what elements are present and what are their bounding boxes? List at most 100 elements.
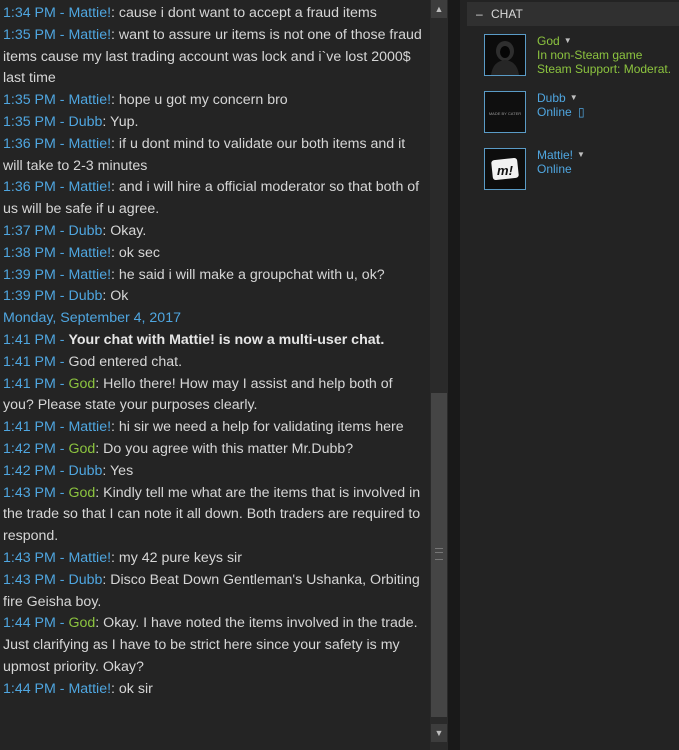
message-text: ok sec <box>118 244 160 261</box>
dropdown-arrow-icon[interactable]: ▼ <box>577 150 585 159</box>
system-message-text: Your chat with Mattie! is now a multi-us… <box>68 331 385 348</box>
chat-message: 1:36 PM - Mattie!: and i will hire a off… <box>3 177 427 221</box>
timestamp: 1:42 PM <box>3 462 56 479</box>
sender-name[interactable]: Mattie! <box>68 550 111 566</box>
sender-name[interactable]: Mattie! <box>68 136 111 152</box>
separator: - <box>55 615 69 632</box>
separator: - <box>55 288 69 305</box>
sender-name[interactable]: God <box>68 615 95 631</box>
colon: : <box>111 549 119 566</box>
timestamp: 1:44 PM <box>3 615 56 632</box>
sender-name[interactable]: God <box>68 441 95 457</box>
message-text: hope u got my concern bro <box>118 92 288 109</box>
timestamp: 1:41 PM <box>3 353 56 370</box>
hooded-figure-icon <box>485 35 525 75</box>
chat-section-header[interactable]: – CHAT <box>467 2 679 26</box>
sender-name[interactable]: God <box>68 485 95 501</box>
chat-section-title: CHAT <box>491 7 523 21</box>
sender-name[interactable]: Mattie! <box>68 267 111 283</box>
separator: - <box>55 462 69 479</box>
dropdown-arrow-icon[interactable]: ▼ <box>564 36 572 45</box>
timestamp: 1:36 PM <box>3 135 56 152</box>
chat-message: 1:39 PM - Mattie!: he said i will make a… <box>3 265 427 287</box>
member-status: Online ▯ <box>537 105 585 119</box>
colon: : <box>111 179 119 196</box>
separator: - <box>55 135 69 152</box>
separator: - <box>55 113 69 130</box>
colon: : <box>102 462 111 479</box>
separator: - <box>55 484 69 501</box>
separator: - <box>55 331 69 348</box>
scrollbar[interactable]: ▲ ▼ <box>430 0 448 750</box>
sender-name[interactable]: Dubb <box>68 288 102 304</box>
chat-members-panel: – CHAT God ▼ In non-Steam game Steam Supp… <box>460 0 679 750</box>
member-status: In non-Steam game <box>537 48 643 62</box>
separator: - <box>55 571 69 588</box>
separator: - <box>55 440 69 457</box>
sender-name[interactable]: Mattie! <box>68 419 111 435</box>
chat-message: 1:36 PM - Mattie!: if u dont mind to val… <box>3 134 427 178</box>
chat-message: 1:41 PM - Your chat with Mattie! is now … <box>3 330 427 352</box>
message-text: he said i will make a groupchat with u, … <box>118 266 385 283</box>
member-status: Online <box>537 162 572 176</box>
system-message-text: God entered chat. <box>68 353 183 370</box>
chat-message: 1:43 PM - Mattie!: my 42 pure keys sir <box>3 548 427 570</box>
up-arrow-icon: ▲ <box>434 4 444 14</box>
timestamp: 1:34 PM <box>3 5 56 21</box>
timestamp: 1:42 PM <box>3 440 56 457</box>
message-text: Yes <box>110 462 134 479</box>
timestamp: 1:41 PM <box>3 375 56 392</box>
scrollbar-thumb[interactable] <box>431 393 447 717</box>
separator: - <box>55 266 69 283</box>
timestamp: 1:43 PM <box>3 571 56 588</box>
separator: - <box>55 419 69 436</box>
dropdown-arrow-icon[interactable]: ▼ <box>570 93 578 102</box>
timestamp: 1:43 PM <box>3 484 56 501</box>
sender-name[interactable]: God <box>68 376 95 392</box>
member-status-detail: Steam Support: Moderat. <box>537 62 672 76</box>
chat-message: 1:34 PM - Mattie!: cause i dont want to … <box>3 3 427 25</box>
colon: : <box>111 92 119 109</box>
sender-name[interactable]: Mattie! <box>68 179 111 195</box>
message-text: Ok <box>110 288 129 305</box>
colon: : <box>95 375 104 392</box>
chat-log: 1:34 PM - Mattie!: cause i dont want to … <box>0 0 430 750</box>
chat-message: 1:35 PM - Mattie!: hope u got my concern… <box>3 90 427 112</box>
chat-message: 1:43 PM - Dubb: Disco Beat Down Gentlema… <box>3 570 427 614</box>
sender-name[interactable]: Dubb <box>68 463 102 479</box>
timestamp: 1:39 PM <box>3 288 56 305</box>
member-god[interactable]: God ▼ In non-Steam game Steam Support: Mo… <box>484 34 679 78</box>
sender-name[interactable]: Mattie! <box>68 681 111 697</box>
message-text: Do you agree with this matter Mr.Dubb? <box>103 440 354 457</box>
sender-name[interactable]: Mattie! <box>68 27 111 43</box>
separator: - <box>55 92 69 109</box>
separator: - <box>55 26 69 43</box>
scroll-down-button[interactable]: ▼ <box>431 724 447 742</box>
sender-name[interactable]: Mattie! <box>68 5 111 21</box>
scroll-up-button[interactable]: ▲ <box>431 0 447 18</box>
chat-message: 1:41 PM - Mattie!: hi sir we need a help… <box>3 417 427 439</box>
avatar <box>484 34 526 76</box>
timestamp: 1:38 PM <box>3 244 56 261</box>
chat-message: 1:35 PM - Dubb: Yup. <box>3 112 427 134</box>
message-text: hi sir we need a help for validating ite… <box>118 419 404 436</box>
separator: - <box>55 549 69 566</box>
sender-name[interactable]: Mattie! <box>68 92 111 108</box>
sender-name[interactable]: Dubb <box>68 114 102 130</box>
colon: : <box>102 113 111 130</box>
sender-name[interactable]: Mattie! <box>68 245 111 261</box>
chat-message: 1:41 PM - God entered chat. <box>3 352 427 374</box>
sender-name[interactable]: Dubb <box>68 223 102 239</box>
member-mattie[interactable]: m! Mattie! ▼ Online <box>484 148 679 192</box>
timestamp: 1:43 PM <box>3 549 56 566</box>
sender-name[interactable]: Dubb <box>68 572 102 588</box>
chat-messages: 1:34 PM - Mattie!: cause i dont want to … <box>3 3 427 701</box>
colon: : <box>111 135 119 152</box>
timestamp: 1:37 PM <box>3 222 56 239</box>
chat-message: 1:41 PM - God: Hello there! How may I as… <box>3 374 427 418</box>
date-label: Monday, September 4, 2017 <box>3 310 181 327</box>
colon: : <box>111 266 119 283</box>
collapse-icon[interactable]: – <box>476 2 483 26</box>
member-dubb[interactable]: MADE BY CATER Dubb ▼ Online ▯ <box>484 91 679 135</box>
colon: : <box>95 615 104 632</box>
